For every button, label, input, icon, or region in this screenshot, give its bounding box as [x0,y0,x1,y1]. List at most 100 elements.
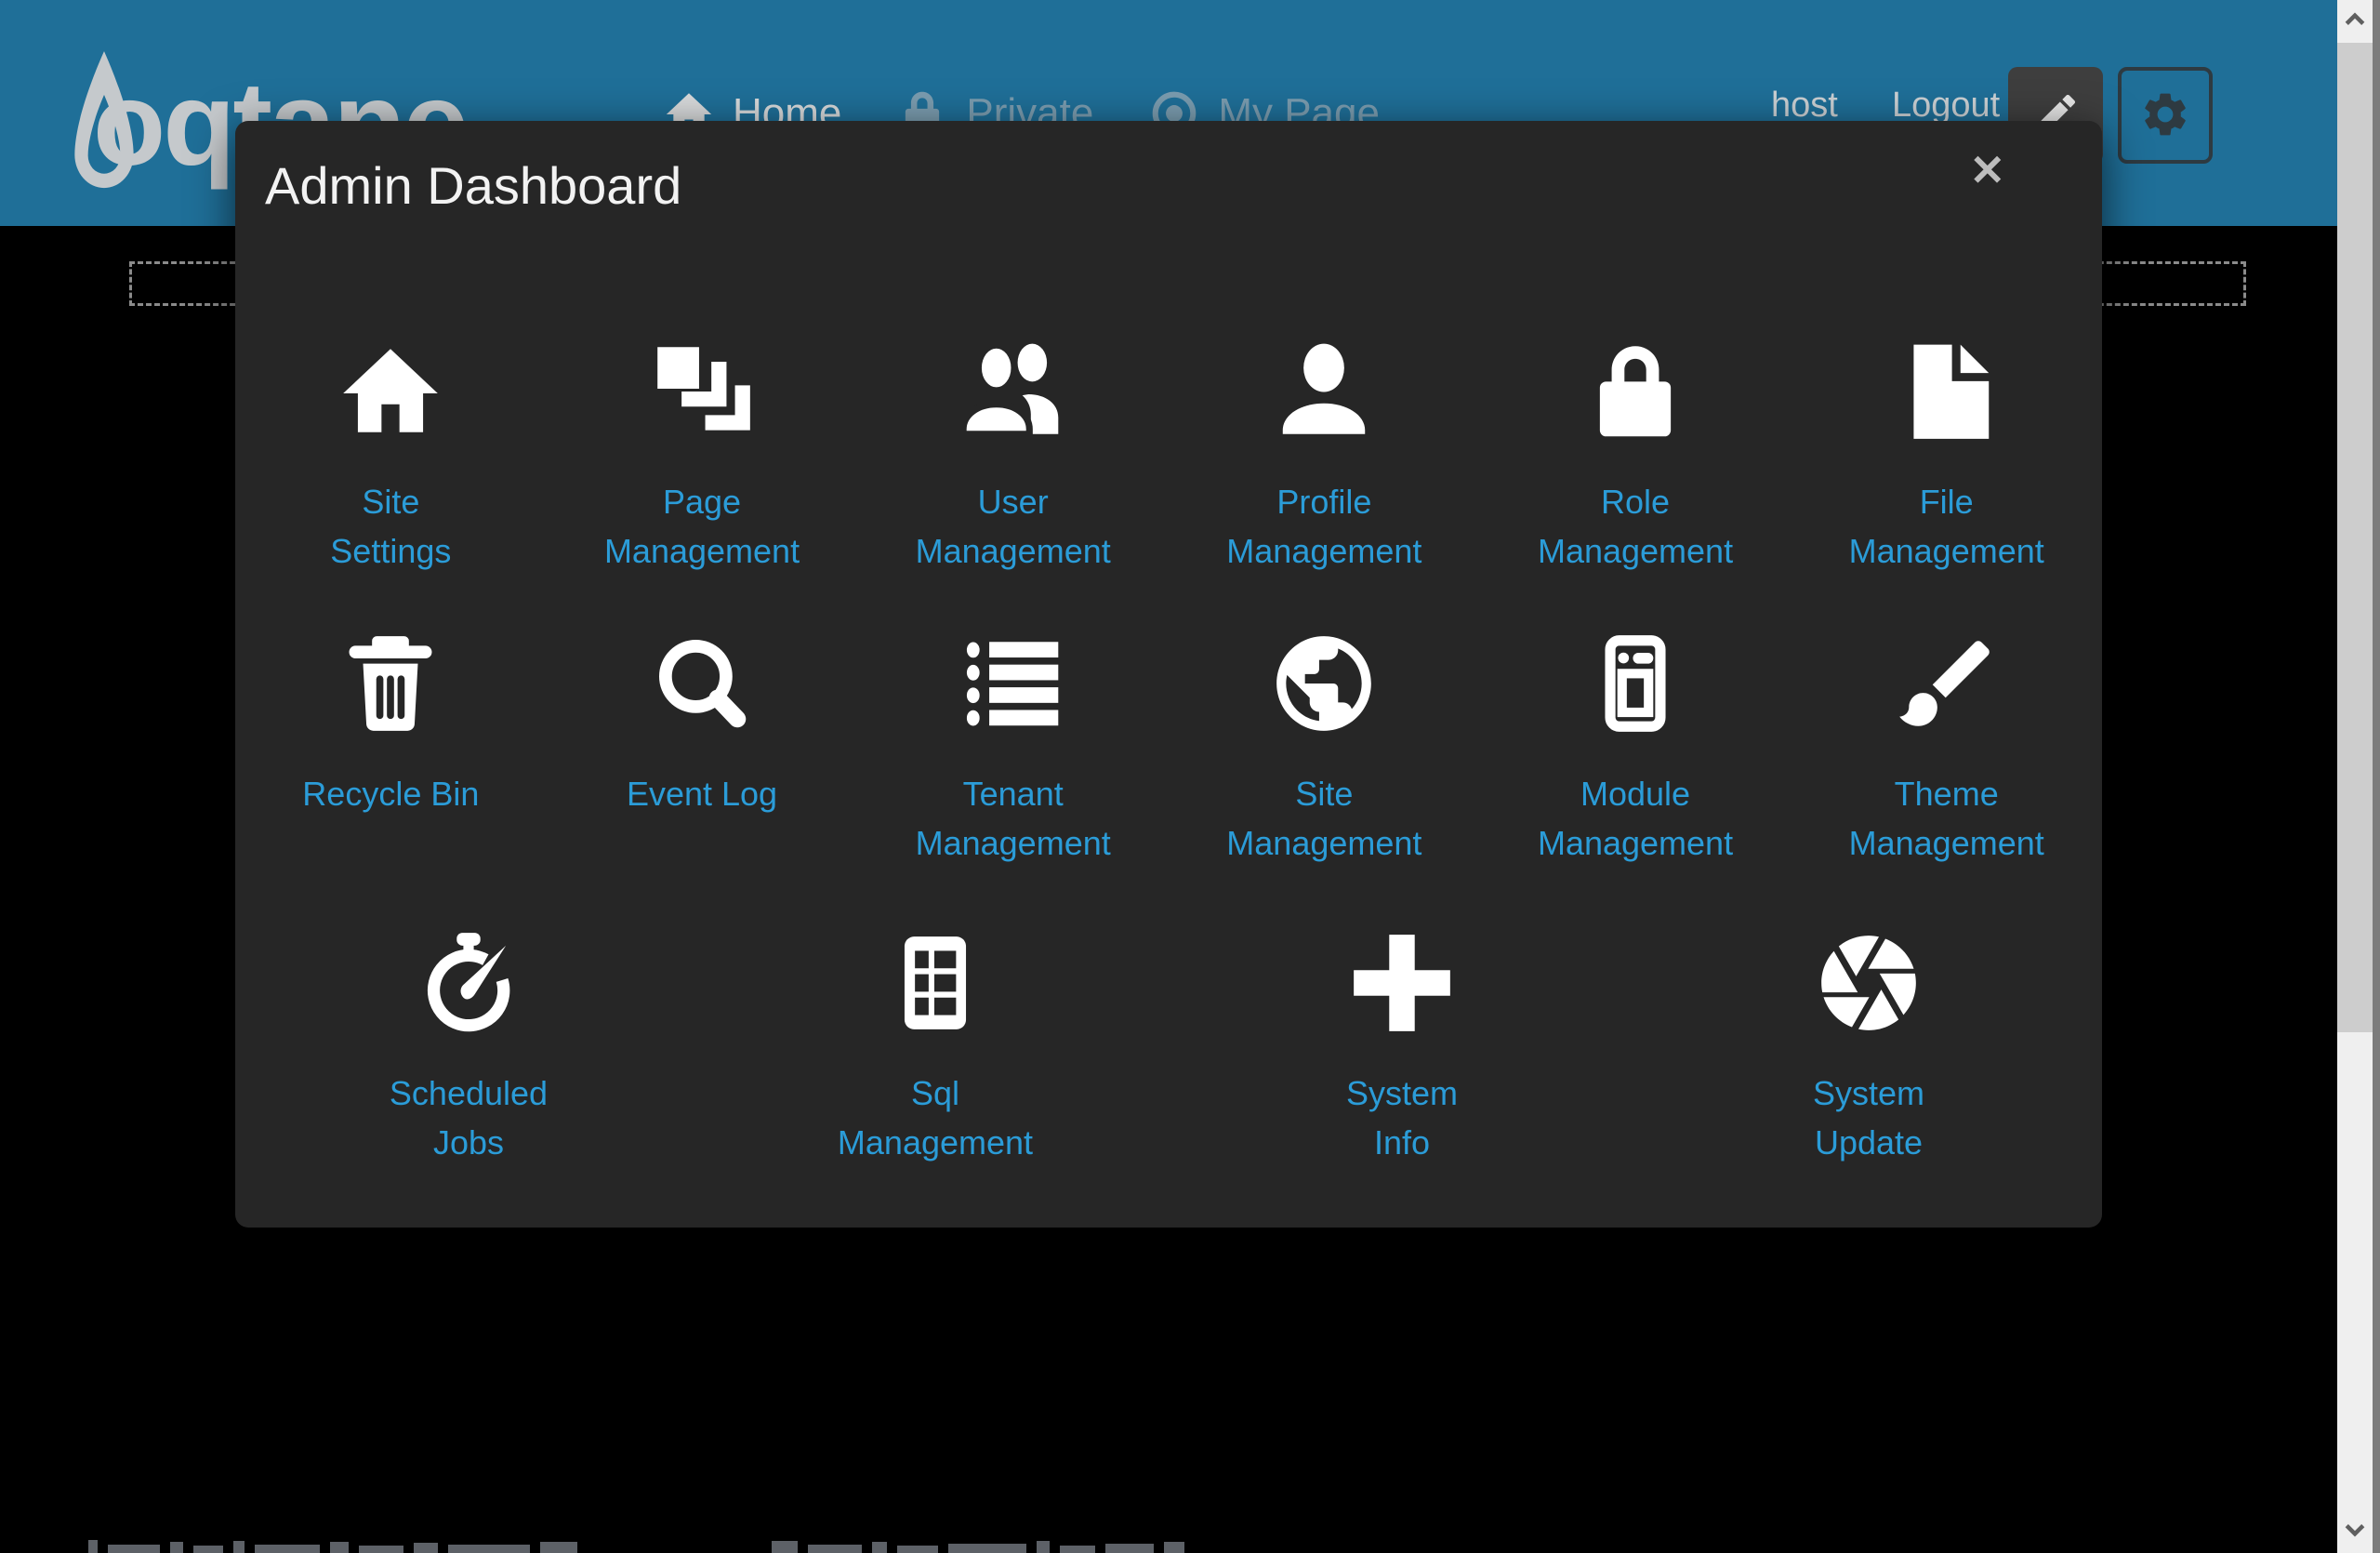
tile-label-line: Management [1226,526,1421,576]
tile-module-management[interactable]: ModuleManagement [1480,620,1792,868]
tile-label-line: Management [1849,526,2044,576]
stacked-pages-icon [645,335,759,448]
tile-page-management[interactable]: PageManagement [547,328,858,576]
tile-icon-box [1890,328,2003,455]
tile-file-management[interactable]: FileManagement [1791,328,2102,576]
tile-icon-box [957,620,1070,747]
tile-system-info[interactable]: SystemInfo [1169,920,1635,1167]
tile-row: SiteSettingsPageManagementUserManagement… [235,328,2102,576]
window-icon [1579,627,1692,740]
tile-label: SystemInfo [1346,1069,1458,1167]
tile-label-line: Info [1346,1118,1458,1167]
tile-label: SqlManagement [838,1069,1033,1167]
tile-label-line: System [1346,1069,1458,1118]
file-icon [1890,335,2003,448]
tile-label: Recycle Bin [302,769,479,818]
tile-label-line: Scheduled [390,1069,548,1118]
close-icon: ✕ [1969,146,2005,194]
modal-title: Admin Dashboard [235,121,2102,217]
tile-label-line: Event Log [627,769,777,818]
tile-icon-box [879,920,992,1046]
tile-icon-box [645,620,759,747]
bulleted-list-icon [957,627,1070,740]
tile-label: ModuleManagement [1538,769,1733,868]
tile-label: ProfileManagement [1226,477,1421,576]
tile-label-line: User [916,477,1111,526]
admin-dashboard-modal: Admin Dashboard ✕ SiteSettingsPageManage… [235,121,2102,1228]
tile-label-line: Tenant [916,769,1111,818]
username-link[interactable]: host [1771,86,1838,126]
tile-label: RoleManagement [1538,477,1733,576]
clipped-content-strip [88,1538,577,1553]
tile-recycle-bin[interactable]: Recycle Bin [235,620,547,868]
plus-icon [1345,926,1459,1040]
tile-label: FileManagement [1849,477,2044,576]
clipped-content-strip [772,1538,1184,1553]
tile-label-line: Update [1813,1118,1924,1167]
tile-site-settings[interactable]: SiteSettings [235,328,547,576]
tile-label: TenantManagement [916,769,1111,868]
tile-row: Recycle BinEvent LogTenantManagementSite… [235,620,2102,868]
tile-role-management[interactable]: RoleManagement [1480,328,1792,576]
tile-label-line: Page [604,477,800,526]
tile-label-line: File [1849,477,2044,526]
tile-label-line: Theme [1849,769,2044,818]
scroll-up-button[interactable] [2337,0,2373,43]
stopwatch-icon [412,926,525,1040]
tile-label-line: Management [1849,818,2044,868]
tile-icon-box [1267,620,1381,747]
tile-label: SiteSettings [330,477,451,576]
tile-profile-management[interactable]: ProfileManagement [1169,328,1480,576]
tile-icon-box [334,328,447,455]
scroll-down-button[interactable] [2337,1510,2373,1553]
trash-icon [334,627,447,740]
admin-tiles-grid: SiteSettingsPageManagementUserManagement… [235,328,2102,1167]
tile-label-line: Module [1538,769,1733,818]
tile-user-management[interactable]: UserManagement [857,328,1169,576]
tile-label: PageManagement [604,477,800,576]
tile-label: ScheduledJobs [390,1069,548,1167]
shutter-icon [1812,926,1925,1040]
tile-icon-box [645,328,759,455]
tile-label-line: System [1813,1069,1924,1118]
tile-label-line: Management [838,1118,1033,1167]
tile-icon-box [1579,620,1692,747]
tile-label: SiteManagement [1226,769,1421,868]
vertical-scrollbar[interactable] [2337,0,2380,1553]
people-icon [957,335,1070,448]
magnifier-icon [645,627,759,740]
tile-sql-management[interactable]: SqlManagement [702,920,1169,1167]
tile-system-update[interactable]: SystemUpdate [1635,920,2102,1167]
tile-label-line: Settings [330,526,451,576]
gear-icon [2139,88,2191,143]
tile-label-line: Role [1538,477,1733,526]
tile-theme-management[interactable]: ThemeManagement [1791,620,2102,868]
home-icon [334,335,447,448]
tile-label-line: Sql [838,1069,1033,1118]
settings-button[interactable] [2118,67,2213,164]
tile-label-line: Recycle Bin [302,769,479,818]
globe-icon [1267,627,1381,740]
tile-icon-box [1579,328,1692,455]
paintbrush-icon [1890,627,2003,740]
chevron-down-icon [2341,1516,2369,1548]
tile-icon-box [1890,620,2003,747]
tile-label: ThemeManagement [1849,769,2044,868]
tile-site-management[interactable]: SiteManagement [1169,620,1480,868]
tile-label-line: Management [1538,526,1733,576]
tile-icon-box [1345,920,1459,1046]
tile-row: ScheduledJobsSqlManagementSystemInfoSyst… [235,920,2102,1167]
close-button[interactable]: ✕ [1969,149,2005,192]
tile-icon-box [1267,328,1381,455]
tile-scheduled-jobs[interactable]: ScheduledJobs [235,920,702,1167]
logout-link[interactable]: Logout [1892,86,2000,126]
tile-label-line: Management [1538,818,1733,868]
tile-icon-box [957,328,1070,455]
scrollbar-thumb[interactable] [2337,43,2373,1032]
tile-icon-box [1812,920,1925,1046]
tile-label-line: Management [916,818,1111,868]
tile-tenant-management[interactable]: TenantManagement [857,620,1169,868]
tile-event-log[interactable]: Event Log [547,620,858,868]
tile-label-line: Management [1226,818,1421,868]
tile-label: Event Log [627,769,777,818]
